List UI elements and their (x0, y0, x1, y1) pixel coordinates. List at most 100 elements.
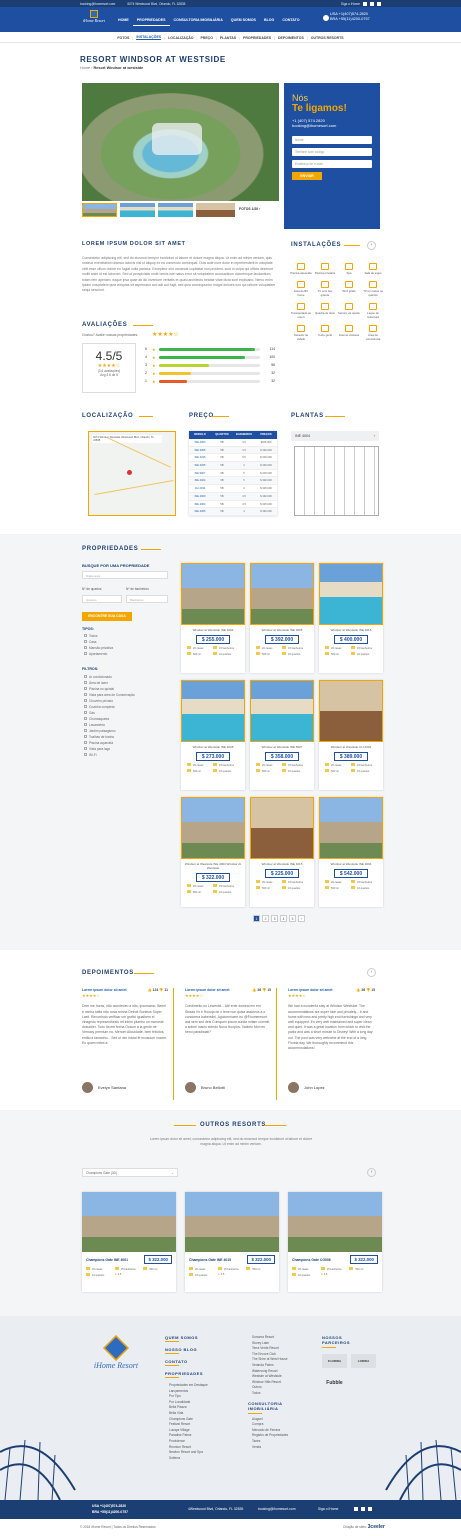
tab-plantas[interactable]: PLANTAS (220, 36, 236, 40)
footer-link[interactable]: Todos (248, 1391, 292, 1397)
bottom-twitter-icon[interactable] (361, 1507, 365, 1511)
tab-depoimentos[interactable]: DEPOIMENTOS (278, 36, 304, 40)
phone-input[interactable]: Telefone com código (292, 148, 372, 156)
rate-stars-input[interactable]: ★★★★☆ (152, 331, 179, 338)
floor-plan-image[interactable] (294, 446, 379, 516)
email-input[interactable]: Endereço de e-mail (292, 160, 372, 168)
filter-checkbox[interactable]: Wi-Fi (84, 752, 135, 758)
price-model-link[interactable]: INE 5007 (189, 470, 211, 478)
property-photo[interactable] (181, 563, 245, 625)
footer-link-heading[interactable]: PROPRIEDADES (165, 1371, 208, 1376)
bottom-phone-bra[interactable]: BRA +55(11)4200-0757 (92, 1510, 128, 1514)
plans-selector[interactable]: INE 4004 › (291, 431, 379, 441)
phone-bra[interactable]: BRA +55(11)4200-0757 (330, 17, 370, 22)
menu-quem-somos[interactable]: QUEM SOMOS (227, 15, 260, 26)
property-card[interactable]: Windsor at Westside CLI 2034 $ 389.000 20 … (319, 680, 383, 790)
photos-next-button[interactable]: FOTOS 1/20 › (239, 207, 260, 211)
partner-logo-2[interactable]: LORIDA (351, 1354, 376, 1368)
logo[interactable]: iHome Resort (80, 10, 108, 30)
menu-propriedades[interactable]: PROPRIEDADES (132, 15, 170, 26)
search-input[interactable]: Digite aqui (82, 571, 168, 579)
consult-title[interactable]: CONSULTORIA IMOBILIÁRIA (248, 1401, 292, 1411)
menu-consultoria[interactable]: CONSULTORIA IMOBILIÁRIA (170, 15, 227, 26)
partner-logo-1[interactable]: FLORIDA (322, 1354, 347, 1368)
property-photo[interactable] (181, 797, 245, 859)
property-card[interactable]: Windsor at Westside INE 5007 $ 358.000 20 … (250, 680, 314, 790)
tab-instalacoes[interactable]: INSTALAÇÕES (136, 35, 162, 40)
tab-fotos[interactable]: FOTOS (117, 36, 129, 40)
tab-outros-resorts[interactable]: OUTROS RESORTS (311, 36, 344, 40)
page-button[interactable]: › (298, 915, 305, 922)
main-photo[interactable] (82, 83, 279, 201)
price-model-link[interactable]: INE 4005 (189, 508, 211, 516)
property-photo[interactable] (250, 563, 314, 625)
page-button[interactable]: 1 (253, 915, 260, 922)
bottom-email[interactable]: booking@ihomesort.com (258, 1507, 296, 1511)
menu-blog[interactable]: BLOG (260, 15, 278, 26)
resort-select[interactable]: Champions Gate (3D) ⌄ (82, 1168, 178, 1177)
footer-link[interactable]: Propriedades em Destaque (165, 1383, 208, 1389)
thumb-3[interactable] (158, 203, 193, 217)
others-next-button[interactable]: › (367, 1168, 376, 1177)
tab-preco[interactable]: PREÇO (200, 36, 212, 40)
send-button[interactable]: ENVIAR (292, 172, 322, 180)
property-photo[interactable] (250, 797, 314, 859)
property-card[interactable]: Windsor at Westside INE 4004 Windsor At … (181, 797, 245, 907)
callback-email[interactable]: booking@ihomesort.com (292, 123, 372, 128)
property-card[interactable]: Windsor at Westside INE 4004 $ 542.000 20 … (319, 797, 383, 907)
name-input[interactable]: Nome (292, 136, 372, 144)
property-card[interactable]: Windsor at Westside INE 4015 $ 225.000 20 … (250, 797, 314, 907)
thumb-4[interactable] (196, 203, 235, 217)
thumb-2[interactable] (120, 203, 155, 217)
resort-card[interactable]: Champions Gate INE 4015 $ 322.000 20 casas… (185, 1192, 279, 1292)
partner-logo-3[interactable]: Fubble (322, 1376, 347, 1390)
price-model-link[interactable]: INE 4000 (189, 493, 211, 501)
menu-home[interactable]: HOME (114, 15, 133, 26)
topbar-email[interactable]: booking@ihomesort.com (80, 2, 115, 6)
price-model-link[interactable]: CLI 2034 (189, 485, 211, 493)
amenities-next-button[interactable]: › (367, 241, 376, 250)
tab-localizacao[interactable]: LOCALIZAÇÃO (168, 36, 193, 40)
footer-link-heading[interactable]: CONTATO (165, 1359, 208, 1364)
resort-card[interactable]: Champions Gate INE 4001 $ 322.000 20 casas… (82, 1192, 176, 1292)
credit[interactable]: Criação de sites: 3ceeler (343, 1524, 385, 1530)
facebook-icon[interactable] (363, 1, 367, 6)
footer-logo[interactable]: iHome Resort (90, 1335, 142, 1383)
type-checkbox[interactable]: Apartamento (84, 651, 113, 657)
thumb-1[interactable] (82, 203, 117, 217)
property-card[interactable]: Windsor at Westside INE 4025 $ 273.000 20 … (181, 680, 245, 790)
resort-photo[interactable] (185, 1192, 279, 1252)
bottom-phone-usa[interactable]: USA +1(407)574-2820 (92, 1504, 126, 1508)
menu-contato[interactable]: CONTATO (278, 15, 303, 26)
bottom-facebook-icon[interactable] (354, 1507, 358, 1511)
property-photo[interactable] (319, 680, 383, 742)
twitter-icon[interactable] (370, 1, 374, 6)
resort-photo[interactable] (82, 1192, 176, 1252)
footer-link-heading[interactable]: NOSSO BLOG (165, 1347, 208, 1352)
price-model-link[interactable]: INE 4024 (189, 477, 211, 485)
price-model-link[interactable]: INE 3005 (189, 447, 211, 455)
property-photo[interactable] (319, 797, 383, 859)
property-photo[interactable] (250, 680, 314, 742)
resort-card[interactable]: Champions Gate CG006 $ 322.000 20 casas 15 … (288, 1192, 382, 1292)
tab-propriedades[interactable]: PROPRIEDADES (243, 36, 271, 40)
property-photo[interactable] (319, 563, 383, 625)
price-model-link[interactable]: INE 4025 (189, 462, 211, 470)
rooms-select[interactable]: Quartos (82, 595, 122, 603)
search-button[interactable]: ENCONTRE SUA CASA (82, 612, 132, 621)
price-model-link[interactable]: INE 4004 (189, 501, 211, 509)
instagram-icon[interactable] (377, 1, 381, 6)
testimonials-next-button[interactable]: › (367, 968, 376, 977)
plans-next-icon[interactable]: › (374, 434, 375, 438)
location-map[interactable]: 6074 Windsor Westside Westwood Blvd, Orl… (88, 431, 176, 516)
price-model-link[interactable]: INE 4015 (189, 454, 211, 462)
baths-select[interactable]: Banheiros (126, 595, 168, 603)
property-card[interactable]: Windsor at Westside INE 4015 $ 400.000 20 … (319, 563, 383, 673)
page-button[interactable]: 4 (280, 915, 287, 922)
footer-link-heading[interactable]: QUEM SOMOS (165, 1335, 208, 1340)
property-card[interactable]: Windsor at Westside INE 4004 $ 255.000 20 … (181, 563, 245, 673)
page-button[interactable]: 5 (289, 915, 296, 922)
property-card[interactable]: Windsor at Westside INE 3005 $ 392.000 20 … (250, 563, 314, 673)
property-photo[interactable] (181, 680, 245, 742)
page-button[interactable]: 2 (262, 915, 269, 922)
